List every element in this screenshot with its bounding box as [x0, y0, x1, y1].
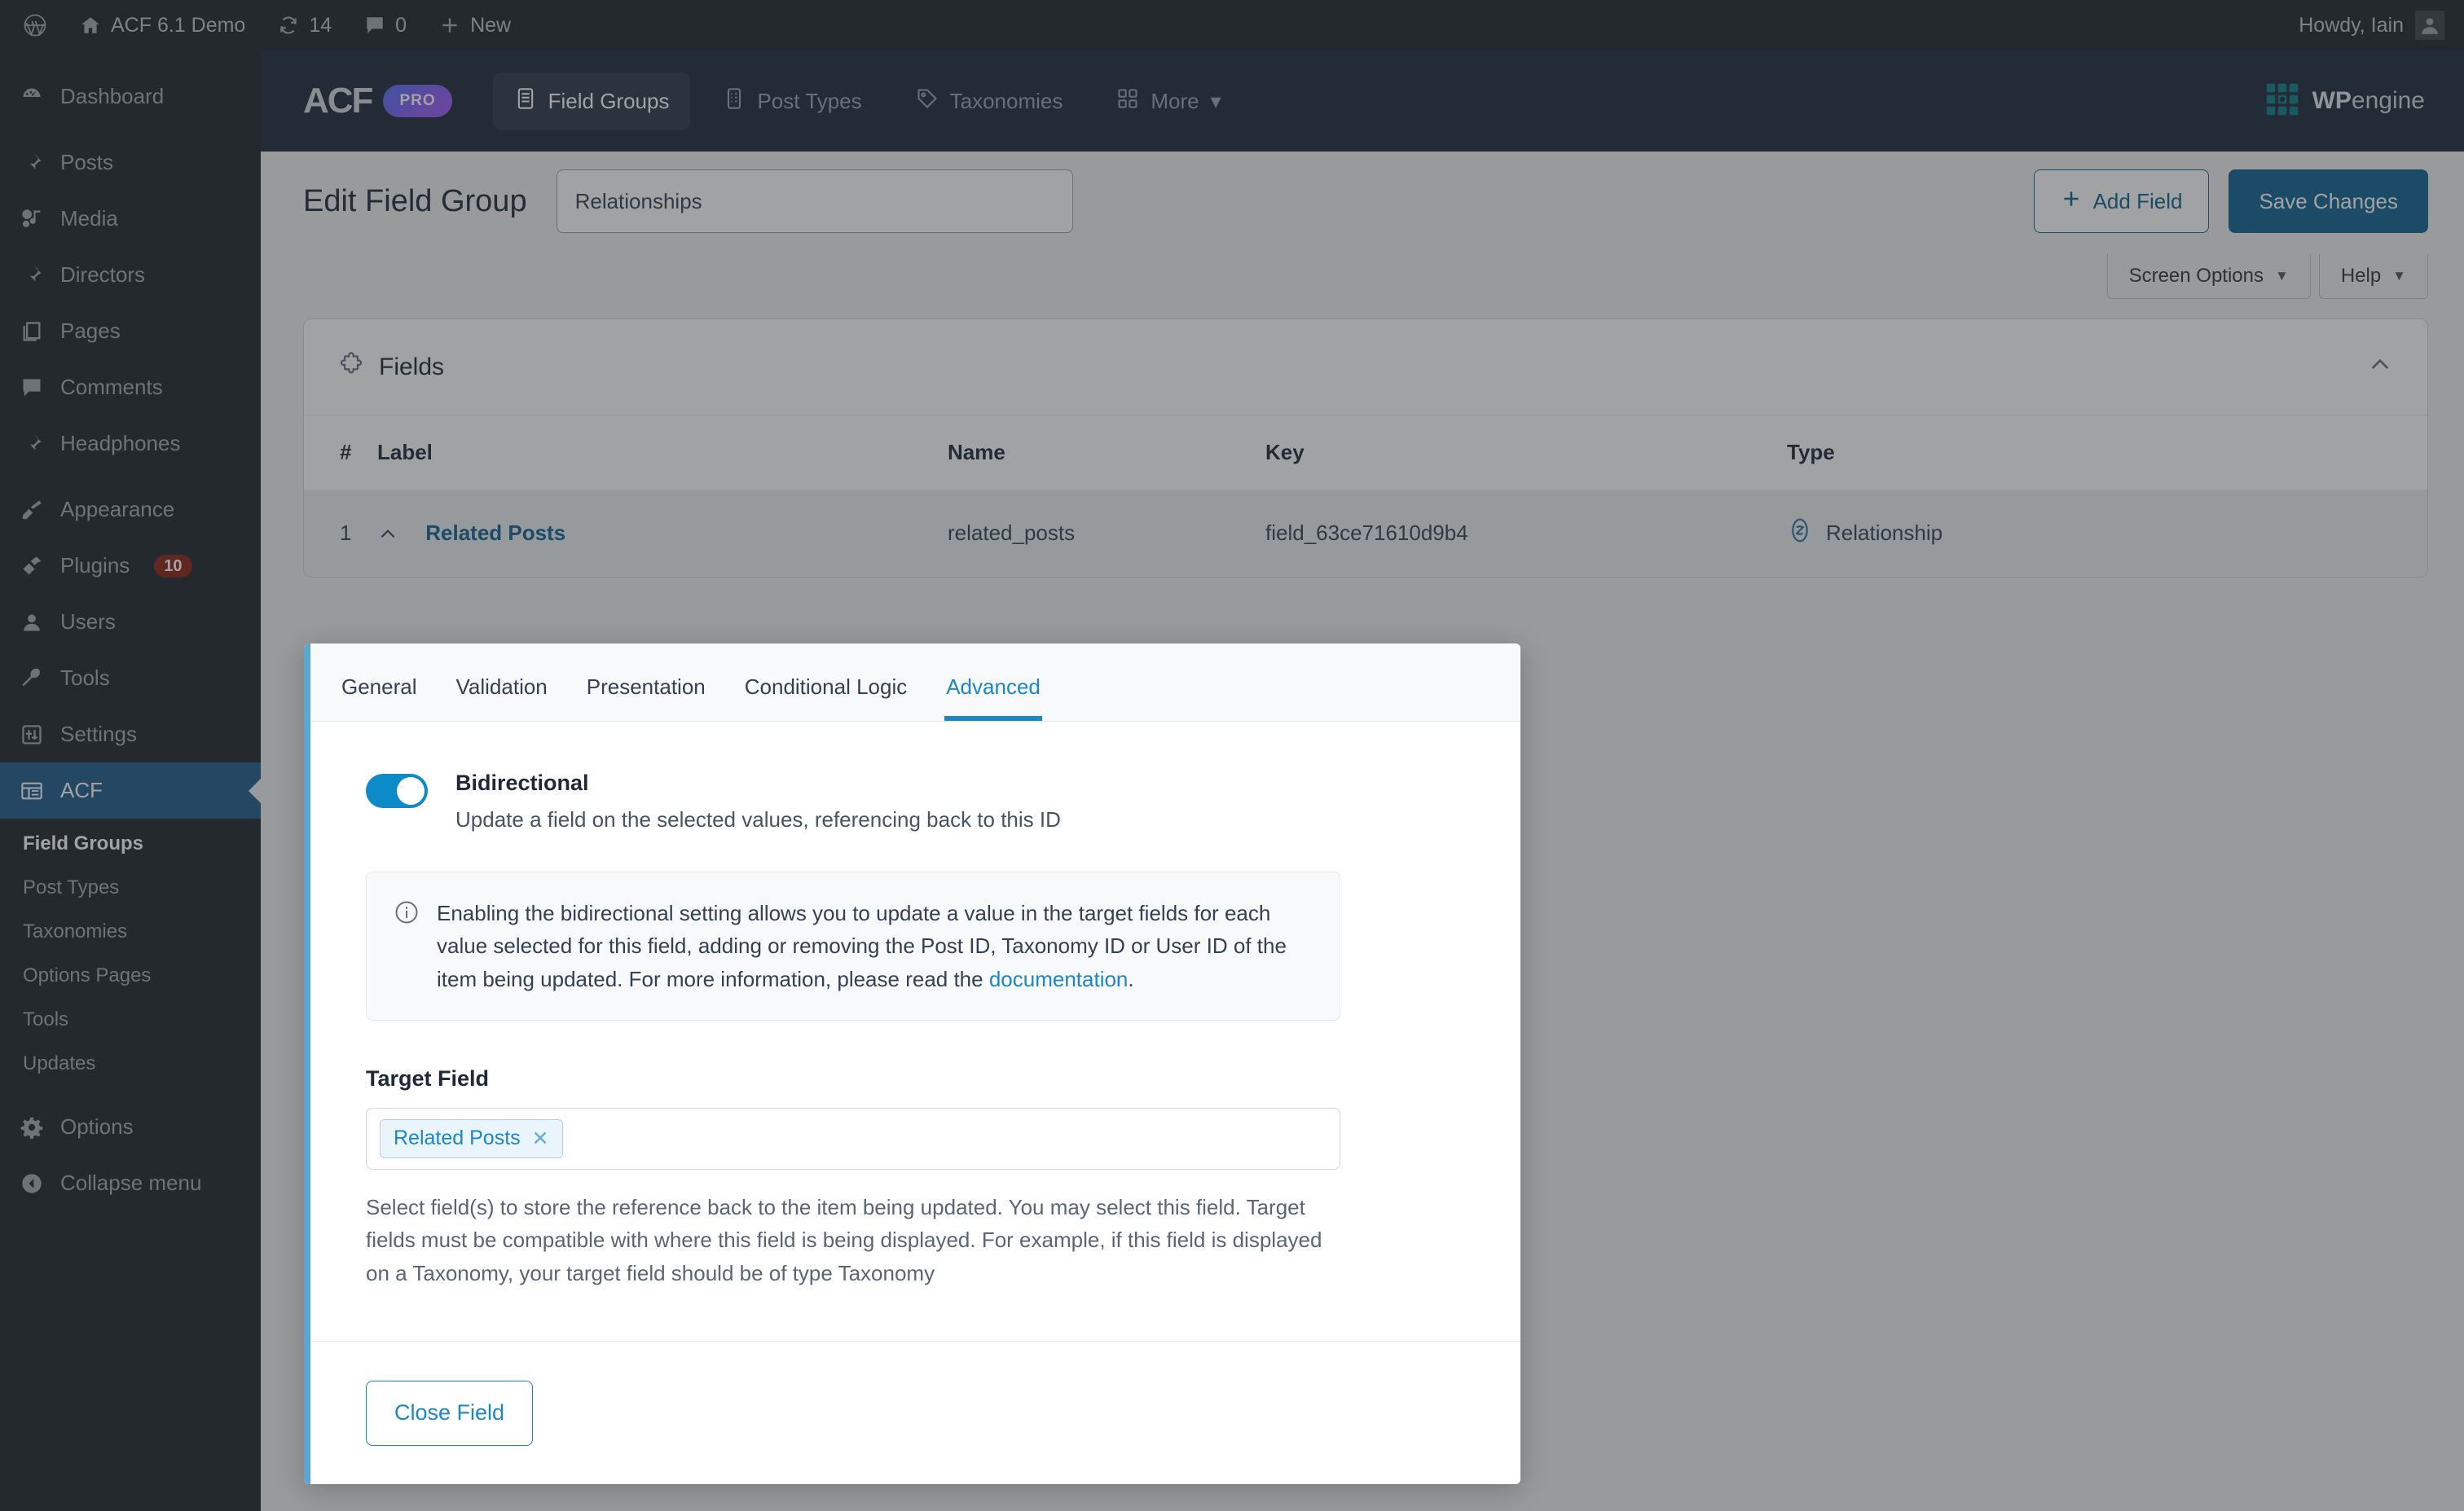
tab-label: General: [341, 674, 417, 699]
modal-accent-bar: [304, 643, 310, 1484]
field-settings-modal: General Validation Presentation Conditio…: [304, 643, 1520, 1484]
modal-body: Bidirectional Update a field on the sele…: [304, 722, 1520, 1341]
target-field-label: Target Field: [366, 1065, 490, 1091]
tab-validation[interactable]: Validation: [437, 674, 567, 721]
notice-text: Enabling the bidirectional setting allow…: [437, 897, 1312, 995]
tab-conditional-logic[interactable]: Conditional Logic: [725, 674, 926, 721]
close-field-label: Close Field: [394, 1400, 505, 1425]
close-icon[interactable]: ✕: [532, 1127, 549, 1151]
bidirectional-setting: Bidirectional Update a field on the sele…: [366, 771, 1459, 832]
target-field-input[interactable]: Related Posts ✕: [366, 1107, 1340, 1170]
info-icon: [394, 900, 419, 995]
target-field-helper-text: Select field(s) to store the reference b…: [366, 1194, 1322, 1285]
tab-label: Conditional Logic: [744, 674, 908, 699]
notice-body: Enabling the bidirectional setting allow…: [437, 901, 1287, 991]
close-field-button[interactable]: Close Field: [366, 1380, 534, 1446]
modal-footer: Close Field: [304, 1341, 1520, 1484]
bidirectional-info-notice: Enabling the bidirectional setting allow…: [366, 872, 1340, 1021]
tab-label: Validation: [455, 674, 548, 699]
modal-tab-bar: General Validation Presentation Conditio…: [304, 643, 1520, 722]
tab-general[interactable]: General: [322, 674, 437, 721]
toggle-knob: [397, 777, 425, 805]
tab-label: Advanced: [946, 674, 1041, 699]
token-label: Related Posts: [394, 1127, 521, 1150]
bidirectional-description: Update a field on the selected values, r…: [455, 807, 1061, 832]
tab-label: Presentation: [586, 674, 706, 699]
tab-presentation[interactable]: Presentation: [567, 674, 725, 721]
bidirectional-label: Bidirectional: [455, 771, 589, 795]
tab-advanced[interactable]: Advanced: [926, 674, 1060, 721]
bidirectional-toggle[interactable]: [366, 774, 428, 808]
notice-period: .: [1128, 966, 1134, 991]
documentation-link[interactable]: documentation: [989, 967, 1129, 991]
target-field-token[interactable]: Related Posts ✕: [380, 1118, 563, 1158]
